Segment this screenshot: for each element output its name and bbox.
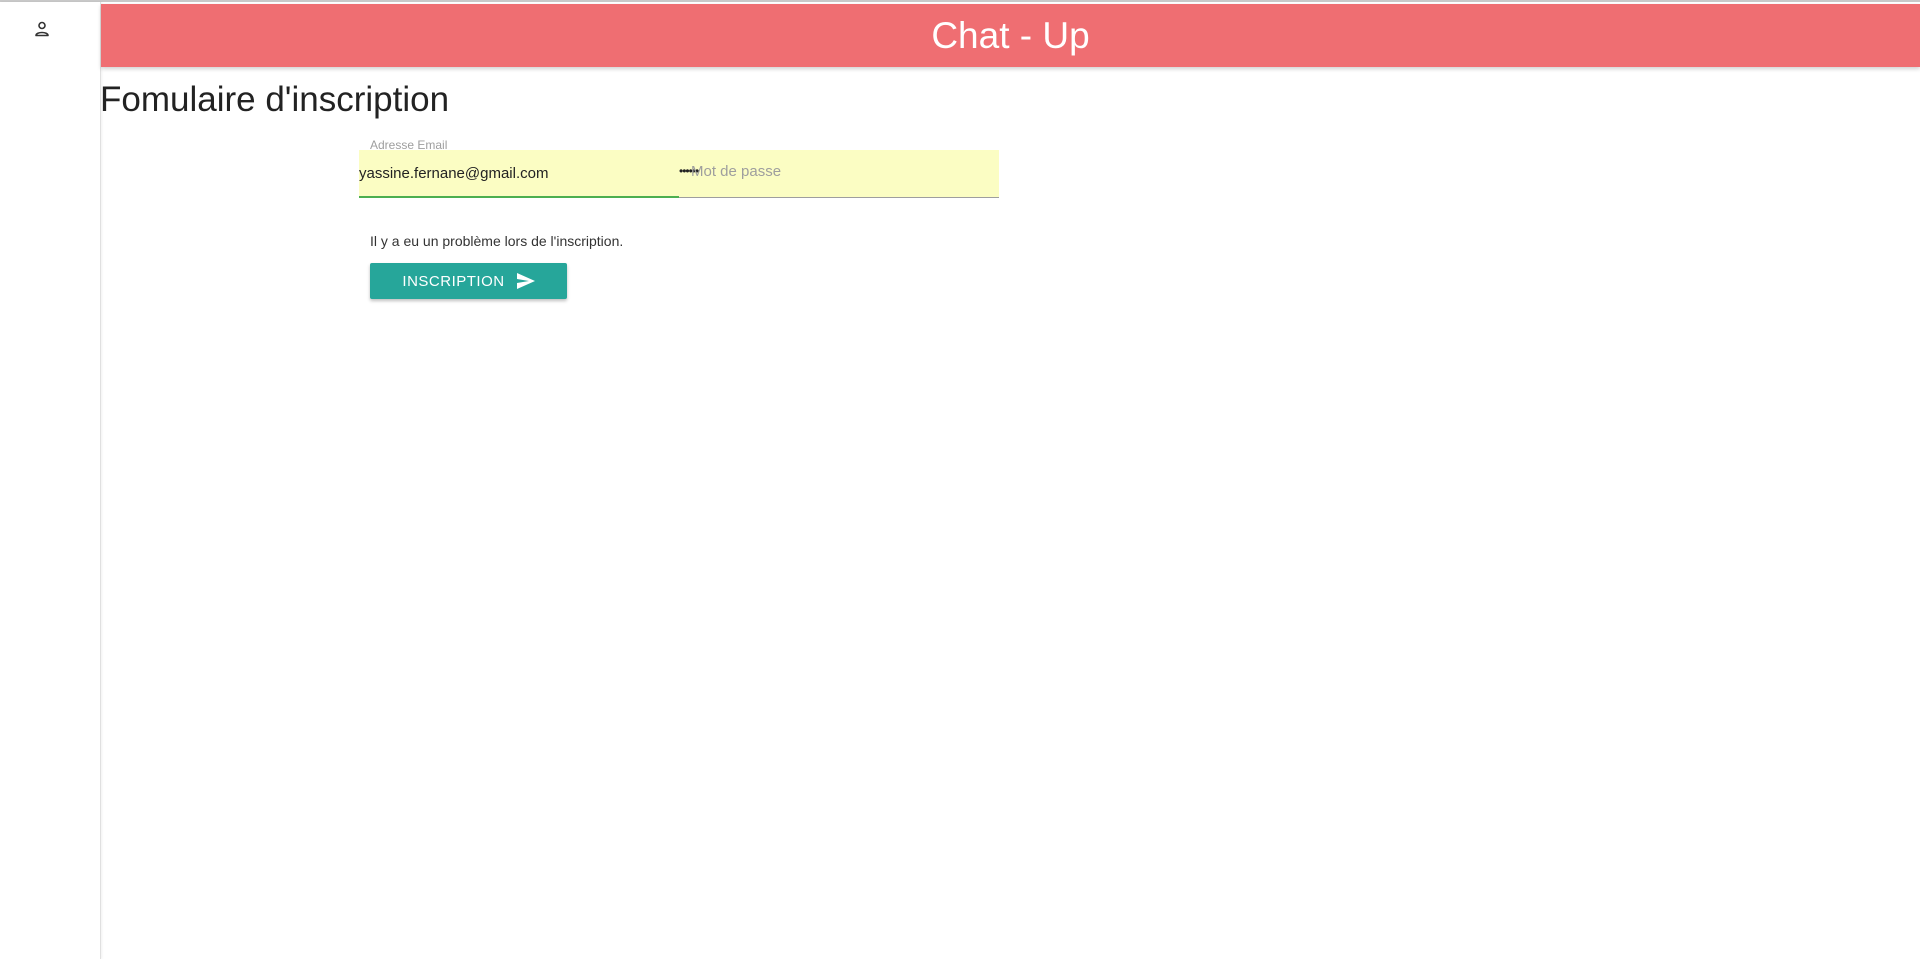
send-icon [516, 273, 535, 289]
password-placeholder: Mot de passe [691, 163, 782, 180]
email-input[interactable] [359, 150, 679, 196]
person-outline-icon[interactable] [33, 20, 51, 38]
inscription-button[interactable]: INSCRIPTION [370, 263, 567, 299]
password-field[interactable]: •••••• Mot de passe [679, 150, 999, 198]
window-top-border [0, 0, 1920, 2]
app-header: Chat - Up [101, 4, 1920, 67]
inscription-button-label: INSCRIPTION [402, 272, 505, 290]
error-message: Il y a eu un problème lors de l'inscript… [370, 233, 624, 249]
sidebar [0, 2, 101, 959]
email-field[interactable] [359, 150, 679, 198]
app-title: Chat - Up [931, 14, 1090, 56]
page-title: Fomulaire d'inscription [100, 80, 450, 119]
